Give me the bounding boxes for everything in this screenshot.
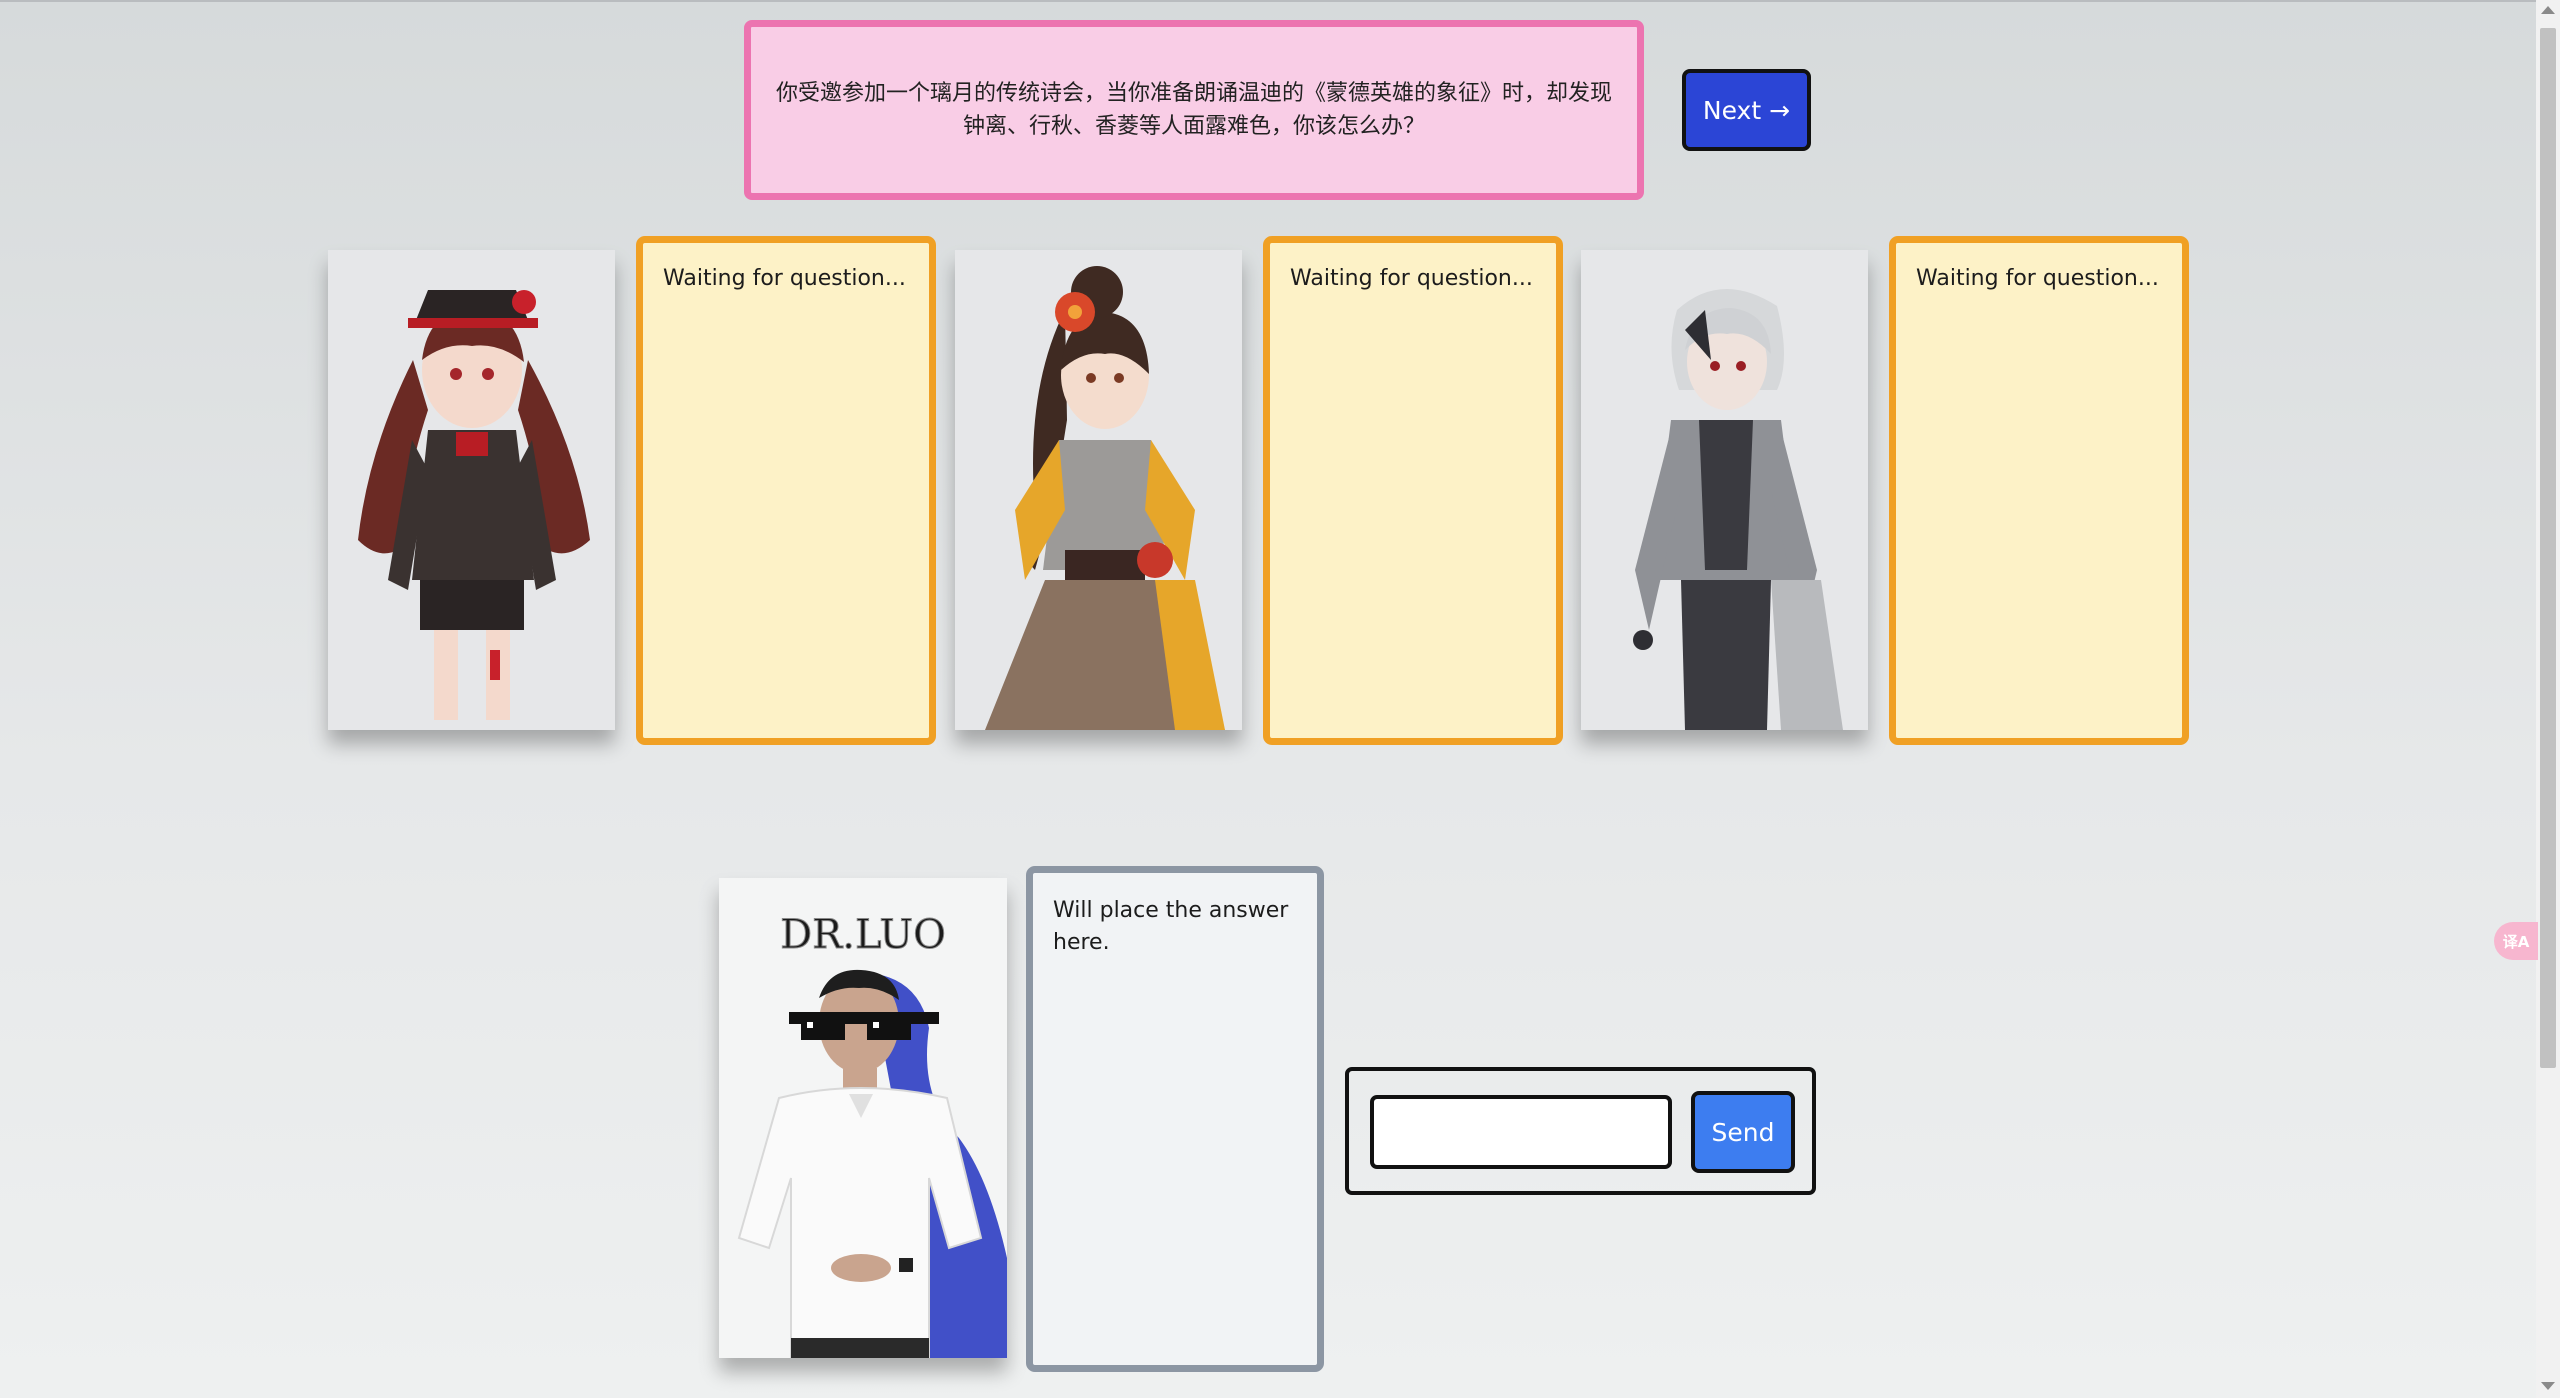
character-portrait-2 <box>955 250 1242 730</box>
drluo-portrait: DR.LUO <box>719 878 1007 1358</box>
character-portrait-1 <box>328 250 615 730</box>
next-button[interactable]: Next → <box>1682 69 1811 151</box>
character-answer-text-1: Waiting for question... <box>663 266 906 291</box>
next-button-label: Next <box>1702 95 1762 125</box>
character-answer-card-1: Waiting for question... <box>636 236 936 745</box>
drluo-caption: DR.LUO <box>780 912 946 958</box>
character-illustration-3 <box>1581 250 1868 730</box>
drluo-answer-card: Will place the answer here. <box>1026 866 1324 1372</box>
scrollbar-thumb[interactable] <box>2540 28 2556 1068</box>
scroll-up-arrow-icon[interactable] <box>2541 6 2555 14</box>
drluo-photo: DR.LUO <box>719 878 1007 1358</box>
character-illustration-1 <box>328 250 615 730</box>
translate-icon: 译A <box>2502 932 2530 951</box>
question-text: 你受邀参加一个璃月的传统诗会，当你准备朗诵温迪的《蒙德英雄的象征》时，却发现钟离… <box>775 81 1612 139</box>
scroll-down-arrow-icon[interactable] <box>2541 1382 2555 1390</box>
character-portrait-3 <box>1581 250 1868 730</box>
translate-widget[interactable]: 译A <box>2494 922 2538 960</box>
arrow-right-icon: → <box>1769 95 1791 125</box>
character-answer-card-2: Waiting for question... <box>1263 236 1563 745</box>
character-illustration-2 <box>955 250 1242 730</box>
chat-input-container: Send <box>1345 1067 1816 1195</box>
character-answer-card-3: Waiting for question... <box>1889 236 2189 745</box>
character-answer-text-3: Waiting for question... <box>1916 266 2159 291</box>
chat-input[interactable] <box>1370 1095 1672 1169</box>
question-box: 你受邀参加一个璃月的传统诗会，当你准备朗诵温迪的《蒙德英雄的象征》时，却发现钟离… <box>744 20 1644 200</box>
send-button[interactable]: Send <box>1691 1091 1795 1173</box>
top-divider <box>0 0 2560 2</box>
character-answer-text-2: Waiting for question... <box>1290 266 1533 291</box>
drluo-answer-text: Will place the answer here. <box>1053 898 1289 955</box>
